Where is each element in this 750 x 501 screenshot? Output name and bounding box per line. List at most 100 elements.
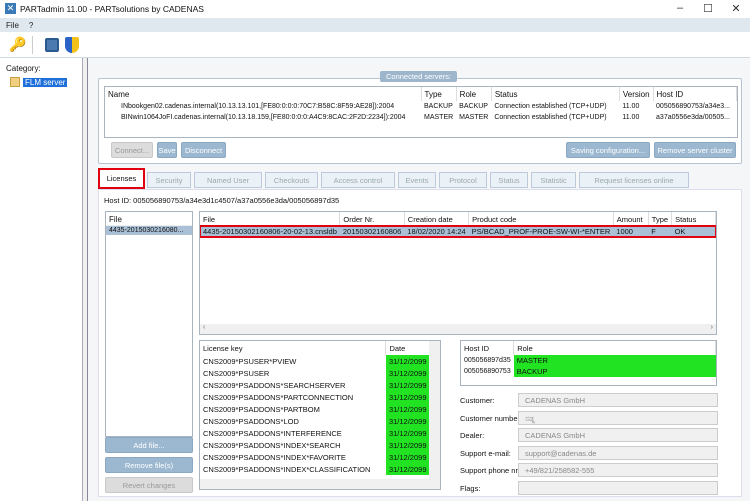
col-file[interactable]: File [200,212,341,226]
tab-licenses[interactable]: Licenses [98,168,145,189]
col-status[interactable]: Status [491,87,620,101]
license-key-row[interactable]: CNS2009*PSADDONS*INTERFERENCE 31/12/2099 [200,427,430,439]
tab-access-control[interactable]: Access control [321,172,395,188]
keys-icon[interactable]: 🔑 [9,36,26,53]
menu-help[interactable]: ? [29,21,33,30]
col-name[interactable]: Name [105,87,422,101]
field-input[interactable] [518,480,718,495]
server-row[interactable]: INbookgen02.cadenas.internal(10.13.13.10… [105,101,737,112]
col-type[interactable]: Type [421,87,457,101]
tab-checkouts[interactable]: Checkouts [265,172,318,188]
remove-server-cluster-button[interactable]: Remove server cluster [654,142,736,158]
folder-icon [10,77,20,87]
menu-file[interactable]: File [6,21,19,30]
col-hostid[interactable]: Host ID [653,87,737,101]
col-amount[interactable]: Amount [613,212,649,226]
file-list-header[interactable]: File [106,212,192,226]
expiry-date: 31/12/2099 [385,391,430,403]
col-status[interactable]: Status [671,212,716,226]
maximize-button[interactable]: ☐ [698,2,718,16]
file-list-item[interactable]: 4435-2015030216080... [106,226,192,235]
license-key: CNS2009*PSUSER*PVIEW [203,356,297,366]
horizontal-scrollbar[interactable] [200,479,440,489]
vertical-scrollbar[interactable] [429,341,440,479]
shield-icon[interactable] [65,37,79,53]
col-product[interactable]: Product code [468,212,614,226]
host-row[interactable]: 005056897d35 MASTER [461,355,716,366]
tab-protocol[interactable]: Protocol [439,172,487,188]
license-key-row[interactable]: CNS2009*PSADDONS*INDEX*CLASSIFICATION 31/… [200,463,430,475]
cell: 1000 [616,227,633,236]
remove-files-button[interactable]: Remove file(s) [105,457,193,473]
license-key-row[interactable]: CNS2009*PSADDONS*INDEX*FAVORITE 31/12/209… [200,451,430,463]
revert-changes-button[interactable]: Revert changes [105,477,193,493]
tab-status[interactable]: Status [490,172,528,188]
col-license-key[interactable]: License key [200,341,387,355]
col-date[interactable]: Date [385,341,430,355]
field-input[interactable]: ಸಡ್ನ [518,410,718,425]
license-key-row[interactable]: CNS2009*PSADDONS*LOD 31/12/2099 [200,415,430,427]
field-label: Support phone nr.: [460,466,522,475]
cell: 20150302160806 [342,227,402,236]
server-row[interactable]: BINwin1064JoFI.cadenas.internal(10.13.18… [105,112,737,123]
saving-configuration-button[interactable]: Saving configuration... [566,142,650,158]
tab-statistic[interactable]: Statistic [531,172,576,188]
field-input[interactable]: CADENAS GmbH [518,428,718,442]
license-key-row[interactable]: CNS2009*PSUSER 31/12/2099 [200,367,430,379]
connect-button[interactable]: Connect... [111,142,153,158]
cell: PS/BCAD_PROF-PROE-SW-WI-*ENTER [471,227,611,236]
license-key: CNS2009*PSADDONS*INDEX*SEARCH [203,440,341,450]
expiry-date: 31/12/2099 [385,355,430,367]
cell: a37a0556e3da/00505... [656,114,730,121]
horizontal-scrollbar[interactable]: ‹ › [200,324,716,334]
expiry-date: 31/12/2099 [385,439,430,451]
col-type[interactable]: Type [648,212,673,226]
license-key-row[interactable]: CNS2009*PSADDONS*PARTBOM 31/12/2099 [200,403,430,415]
license-key-row[interactable]: CNS2009*PSUSER*PVIEW 31/12/2099 [200,355,430,367]
col-version[interactable]: Version [619,87,654,101]
col-order[interactable]: Order Nr. [339,212,405,226]
host-role-table: Host ID Role 005056897d35 MASTER 005056890… [460,340,717,386]
tab-named-user[interactable]: Named User [194,172,262,188]
expiry-date: 31/12/2099 [385,463,430,475]
tab-security[interactable]: Security [147,172,191,188]
file-list: File 4435-2015030216080... [105,211,193,437]
col-role[interactable]: Role [456,87,492,101]
license-key-row[interactable]: CNS2009*PSADDONS*SEARCHSERVER 31/12/2099 [200,379,430,391]
license-key: CNS2009*PSADDONS*LOD [203,416,299,426]
tree-item-flm-server[interactable]: FLM server [10,77,68,87]
col-host-id[interactable]: Host ID [461,341,515,355]
save-icon[interactable] [45,38,59,52]
field-input[interactable]: +49/821/258582-555 [518,463,718,477]
minimize-button[interactable]: – [670,2,690,16]
col-role[interactable]: Role [513,341,716,355]
expiry-date: 31/12/2099 [385,379,430,391]
cell: Connection established (TCP+UDP) [494,114,607,121]
close-button[interactable]: ✕ [726,2,746,16]
license-keys-table: License key Date CNS2009*PSUSER*PVIEW 31/… [199,340,441,490]
connected-servers-label: Connected servers: [380,71,458,82]
title-bar: ✕ PARTadmin 11.00 - PARTsolutions by CAD… [0,0,750,18]
file-row[interactable]: 4435-20150302160806-20-02-13.cnsldb 2015… [200,225,716,238]
expiry-date: 31/12/2099 [385,451,430,463]
field-input[interactable]: support@cadenas.de [518,445,718,460]
cell: Connection established (TCP+UDP) [494,103,607,110]
keys-header: License key Date [200,341,430,355]
field-input[interactable]: CADENAS GmbH [518,393,718,407]
tab-events[interactable]: Events [398,172,436,188]
tab-request-licenses-online[interactable]: Request licenses online [579,172,689,188]
toolbar-separator [32,36,33,54]
disconnect-button[interactable]: Disconnect [181,142,226,158]
add-file-button[interactable]: Add file... [105,437,193,453]
host-id: 005056897d35 [464,357,511,364]
host-role: BACKUP [513,366,716,377]
col-date[interactable]: Creation date [404,212,470,226]
cell: 18/02/2020 14:24 [407,227,466,236]
toolbar: 🔑 [0,32,750,58]
save-button[interactable]: Save [157,142,177,158]
license-key-row[interactable]: CNS2009*PSADDONS*INDEX*SEARCH 31/12/2099 [200,439,430,451]
cell: 11.00 [622,114,640,121]
host-row[interactable]: 005056890753 BACKUP [461,366,716,377]
license-key-row[interactable]: CNS2009*PSADDONS*PARTCONNECTION 31/12/209… [200,391,430,403]
license-key: CNS2009*PSADDONS*SEARCHSERVER [203,380,346,390]
